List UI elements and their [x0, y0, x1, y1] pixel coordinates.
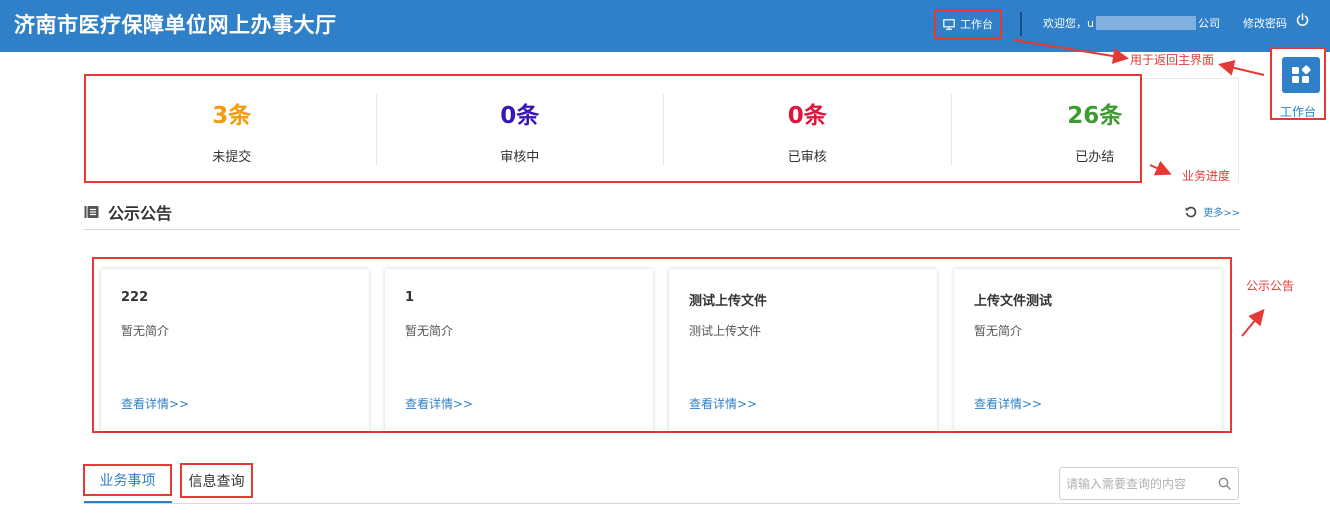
stat-value: 26条 — [1067, 103, 1123, 129]
annotation-return-main: 用于返回主界面 — [1130, 53, 1215, 67]
floating-workbench-button[interactable]: 工作台 — [1270, 47, 1326, 120]
arrow-notice — [1241, 308, 1265, 337]
tab-business-items[interactable]: 业务事项 — [83, 464, 172, 496]
page: 济南市医疗保障单位网上办事大厅 工作台 欢迎您， u 公司 修改密码 3条 未提… — [0, 0, 1330, 514]
stat-label: 未提交 — [212, 150, 252, 165]
workbench-tile — [1282, 57, 1320, 93]
notice-card-desc: 暂无简介 — [974, 324, 1023, 338]
stat-in-review[interactable]: 0条 审核中 — [375, 94, 664, 166]
more-label: 更多>> — [1203, 208, 1240, 219]
site-title: 济南市医疗保障单位网上办事大厅 — [14, 13, 337, 37]
search-input[interactable] — [1066, 474, 1216, 494]
welcome-text: 欢迎您， u 公司 — [1043, 15, 1220, 31]
top-header: 济南市医疗保障单位网上办事大厅 工作台 欢迎您， u 公司 修改密码 — [0, 0, 1330, 52]
notice-card-desc: 暂无简介 — [121, 324, 170, 338]
notice-card[interactable]: 测试上传文件 测试上传文件 查看详情>> — [669, 269, 937, 431]
floating-workbench-label: 工作台 — [1279, 105, 1316, 119]
tabs-baseline — [84, 503, 1240, 504]
stat-completed[interactable]: 26条 已办结 — [950, 94, 1239, 166]
search-box — [1059, 467, 1239, 500]
notice-card[interactable]: 上传文件测试 暂无简介 查看详情>> — [954, 269, 1222, 431]
notice-card-title: 1 — [405, 290, 415, 305]
welcome-suffix: 公司 — [1197, 17, 1220, 30]
notice-card-detail-link[interactable]: 查看详情>> — [689, 395, 757, 412]
annotation-progress: 业务进度 — [1182, 169, 1231, 183]
arrow-to-float-workbench — [1218, 59, 1265, 76]
change-password-link[interactable]: 修改密码 — [1243, 15, 1287, 31]
stat-label: 已审核 — [787, 150, 827, 165]
stat-value: 0条 — [787, 103, 827, 129]
notice-card[interactable]: 1 暂无简介 查看详情>> — [385, 269, 653, 431]
annotation-notice: 公示公告 — [1246, 279, 1295, 293]
notice-section-header: 公示公告 更多>> — [84, 196, 1240, 230]
redacted-company-name — [1095, 16, 1196, 30]
stat-unsubmitted[interactable]: 3条 未提交 — [88, 94, 376, 166]
refresh-icon — [1185, 206, 1197, 217]
notice-card-title: 测试上传文件 — [689, 294, 768, 309]
notice-title: 公示公告 — [108, 204, 173, 223]
notice-card-desc: 测试上传文件 — [689, 324, 762, 338]
tab-info-query[interactable]: 信息查询 — [180, 463, 253, 498]
notice-card-detail-link[interactable]: 查看详情>> — [121, 395, 189, 412]
notice-card-title: 222 — [121, 290, 149, 305]
header-workbench-button[interactable]: 工作台 — [934, 9, 1002, 39]
notice-card[interactable]: 222 暂无简介 查看详情>> — [101, 269, 369, 431]
notice-card-detail-link[interactable]: 查看详情>> — [405, 395, 473, 412]
monitor-icon — [943, 18, 955, 30]
notice-more-link[interactable]: 更多>> — [1185, 204, 1240, 219]
apps-icon — [1292, 65, 1311, 83]
header-workbench-label: 工作台 — [960, 18, 993, 31]
active-tab-indicator — [84, 501, 172, 503]
notice-card-title: 上传文件测试 — [974, 294, 1053, 309]
header-divider — [1020, 12, 1022, 36]
notice-card-detail-link[interactable]: 查看详情>> — [974, 395, 1042, 412]
stat-label: 审核中 — [500, 150, 540, 165]
business-progress-panel: 3条 未提交 0条 审核中 0条 已审核 26条 已办结 — [84, 74, 1142, 183]
welcome-prefix: 欢迎您， — [1043, 17, 1087, 30]
stat-label: 已办结 — [1075, 150, 1115, 165]
list-icon — [84, 206, 99, 218]
search-icon[interactable] — [1218, 477, 1231, 490]
stat-reviewed[interactable]: 0条 已审核 — [663, 94, 951, 166]
notice-title-group: 公示公告 — [84, 200, 172, 224]
notice-card-desc: 暂无简介 — [405, 324, 454, 338]
power-icon[interactable] — [1296, 13, 1309, 27]
stat-value: 3条 — [212, 103, 252, 129]
stat-value: 0条 — [500, 103, 540, 129]
welcome-initial: u — [1087, 16, 1094, 30]
